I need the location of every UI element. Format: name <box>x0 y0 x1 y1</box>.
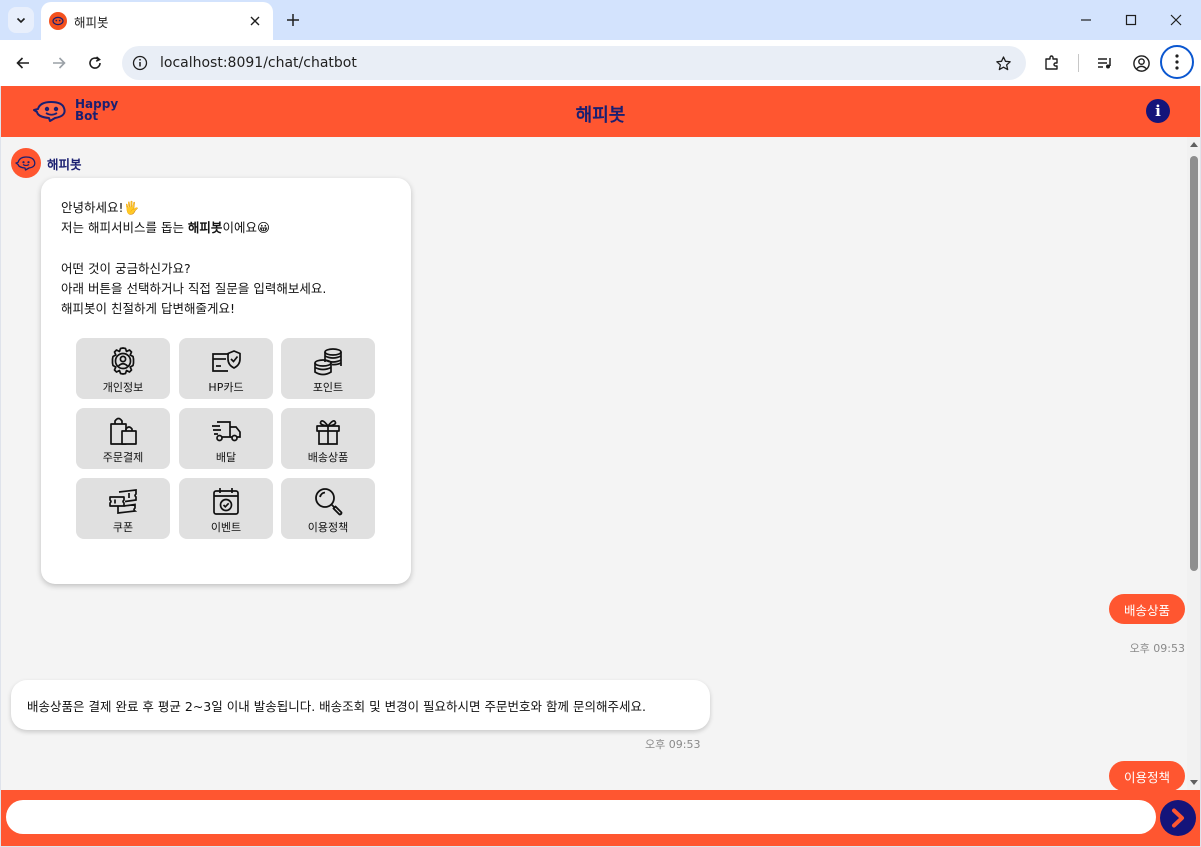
queue-music-icon <box>1098 58 1111 69</box>
media-controls-button[interactable] <box>1091 49 1119 77</box>
welcome-line-1: 안녕하세요!🖐 <box>61 200 140 215</box>
page-title: 해피봇 <box>575 105 626 126</box>
menu-terms-policy-button[interactable]: 이용정책 <box>281 478 375 539</box>
plus-icon <box>287 14 299 26</box>
menu-label: 배송상품 <box>307 451 349 464</box>
message-input-bar <box>1 790 1200 846</box>
quick-menu-grid: 개인정보 HP카드 포인트 주문결제 배달 배송상품 쿠폰 이벤트 이용정책 <box>76 338 376 540</box>
reload-button[interactable] <box>81 49 109 77</box>
bot-message-bubble: 배송상품은 결제 완료 후 평균 2~3일 이내 발송됩니다. 배송조회 및 변… <box>11 680 710 730</box>
chat-scrollbar[interactable] <box>1187 137 1200 790</box>
welcome-text: 안녕하세요!🖐 저는 해피서비스를 돕는 해피봇이에요😀 어떤 것이 궁금하신가… <box>61 198 326 319</box>
welcome-message-card: 안녕하세요!🖐 저는 해피서비스를 돕는 해피봇이에요😀 어떤 것이 궁금하신가… <box>41 178 411 584</box>
chat-area[interactable]: 해피봇 안녕하세요!🖐 저는 해피서비스를 돕는 해피봇이에요😀 어떤 것이 궁… <box>1 137 1187 790</box>
chatbot-app: Happy Bot 해피봇 i 해피봇 안녕하세요!🖐 저는 해피서비스를 돕는… <box>1 86 1200 846</box>
happybot-face-icon <box>15 156 36 171</box>
menu-label: 주문결제 <box>102 451 144 464</box>
menu-coupon-button[interactable]: 쿠폰 <box>76 478 170 539</box>
minimize-icon <box>1081 19 1091 21</box>
menu-personal-info-button[interactable]: 개인정보 <box>76 338 170 399</box>
message-timestamp: 오후 09:53 <box>1129 642 1185 655</box>
menu-shipping-product-button[interactable]: 배송상품 <box>281 408 375 469</box>
star-icon <box>995 55 1011 70</box>
address-bar[interactable]: localhost:8091/chat/chatbot <box>122 46 1026 80</box>
bot-avatar <box>11 148 41 178</box>
happybot-favicon-icon <box>49 12 67 30</box>
bot-identity: 해피봇 <box>11 148 82 178</box>
chevron-right-icon <box>1172 808 1184 828</box>
welcome-line-5: 해피봇이 친절하게 답변해줄게요! <box>61 301 235 317</box>
user-message-bubble: 배송상품 <box>1108 594 1185 624</box>
menu-point-button[interactable]: 포인트 <box>281 338 375 399</box>
message-input[interactable] <box>6 800 1156 834</box>
close-icon <box>1170 14 1182 26</box>
forward-button[interactable] <box>45 49 73 77</box>
scroll-down-arrow-icon[interactable] <box>1190 780 1198 785</box>
toolbar-divider <box>1078 54 1079 72</box>
waving-hand-icon: 🖐 <box>123 200 140 215</box>
menu-hp-card-button[interactable]: HP카드 <box>179 338 273 399</box>
shopping-bags-icon <box>110 417 137 445</box>
menu-label: 개인정보 <box>102 381 144 394</box>
menu-label: 배달 <box>215 451 237 464</box>
arrow-right-icon <box>53 57 66 69</box>
menu-label: 쿠폰 <box>112 521 134 534</box>
tab-close-button[interactable] <box>245 11 265 31</box>
browser-menu-button[interactable] <box>1160 45 1194 79</box>
coins-icon <box>314 348 342 376</box>
menu-label: HP카드 <box>208 381 244 394</box>
reload-icon <box>89 56 101 69</box>
welcome-line-3: 어떤 것이 궁금하신가요? <box>61 260 191 276</box>
more-vert-icon <box>1175 54 1179 70</box>
close-window-button[interactable] <box>1153 6 1199 34</box>
maximize-icon <box>1125 14 1137 26</box>
truck-icon <box>212 421 241 442</box>
app-header: Happy Bot 해피봇 i <box>1 86 1200 137</box>
scroll-up-arrow-icon[interactable] <box>1190 142 1198 147</box>
tab-search-button[interactable] <box>8 7 34 33</box>
profile-button[interactable] <box>1127 49 1155 77</box>
close-icon <box>250 16 260 26</box>
menu-label: 이용정책 <box>307 521 349 534</box>
calendar-check-icon <box>213 488 239 515</box>
gift-icon <box>316 420 340 445</box>
arrow-left-icon <box>16 57 29 69</box>
info-button[interactable]: i <box>1146 99 1170 123</box>
smiley-icon: 😀 <box>256 220 270 236</box>
browser-window: 해피봇 localhost:8091/chat/chatbot Happy Bo… <box>0 0 1201 847</box>
url-text: localhost:8091/chat/chatbot <box>160 55 357 71</box>
puzzle-icon <box>1045 55 1058 70</box>
extensions-button[interactable] <box>1038 49 1066 77</box>
menu-delivery-button[interactable]: 배달 <box>179 408 273 469</box>
card-shield-icon <box>212 350 241 372</box>
bot-name: 해피봇 <box>47 156 82 172</box>
tab-strip: 해피봇 <box>0 0 1201 40</box>
bot-message-text: 배송상품은 결제 완료 후 평균 2~3일 이내 발송됩니다. 배송조회 및 변… <box>27 698 646 714</box>
minimize-button[interactable] <box>1063 6 1109 34</box>
tab-title: 해피봇 <box>74 14 109 30</box>
back-button[interactable] <box>9 49 37 77</box>
welcome-line-2: 저는 해피서비스를 돕는 해피봇이에요😀 <box>61 220 270 236</box>
browser-toolbar: localhost:8091/chat/chatbot <box>0 40 1201 86</box>
new-tab-button[interactable] <box>282 9 304 31</box>
message-timestamp: 오후 09:53 <box>645 738 701 751</box>
send-button[interactable] <box>1160 800 1196 836</box>
magnifier-icon <box>315 488 343 516</box>
bookmark-star-button[interactable] <box>990 50 1016 76</box>
menu-label: 이벤트 <box>210 521 242 534</box>
user-gear-icon <box>111 347 135 375</box>
menu-label: 포인트 <box>312 381 344 394</box>
welcome-line-4: 아래 버튼을 선택하거나 직접 질문을 입력해보세요. <box>61 280 327 296</box>
site-info-icon[interactable] <box>131 54 149 72</box>
account-circle-icon <box>1132 54 1150 72</box>
coupon-icon <box>109 489 138 514</box>
user-message-bubble: 이용정책 <box>1108 761 1185 790</box>
chevron-down-icon <box>16 17 26 24</box>
tab-active[interactable]: 해피봇 <box>41 2 273 40</box>
scrollbar-thumb[interactable] <box>1190 156 1198 571</box>
info-icon: i <box>1155 102 1161 120</box>
maximize-button[interactable] <box>1108 6 1154 34</box>
menu-order-payment-button[interactable]: 주문결제 <box>76 408 170 469</box>
menu-event-button[interactable]: 이벤트 <box>179 478 273 539</box>
